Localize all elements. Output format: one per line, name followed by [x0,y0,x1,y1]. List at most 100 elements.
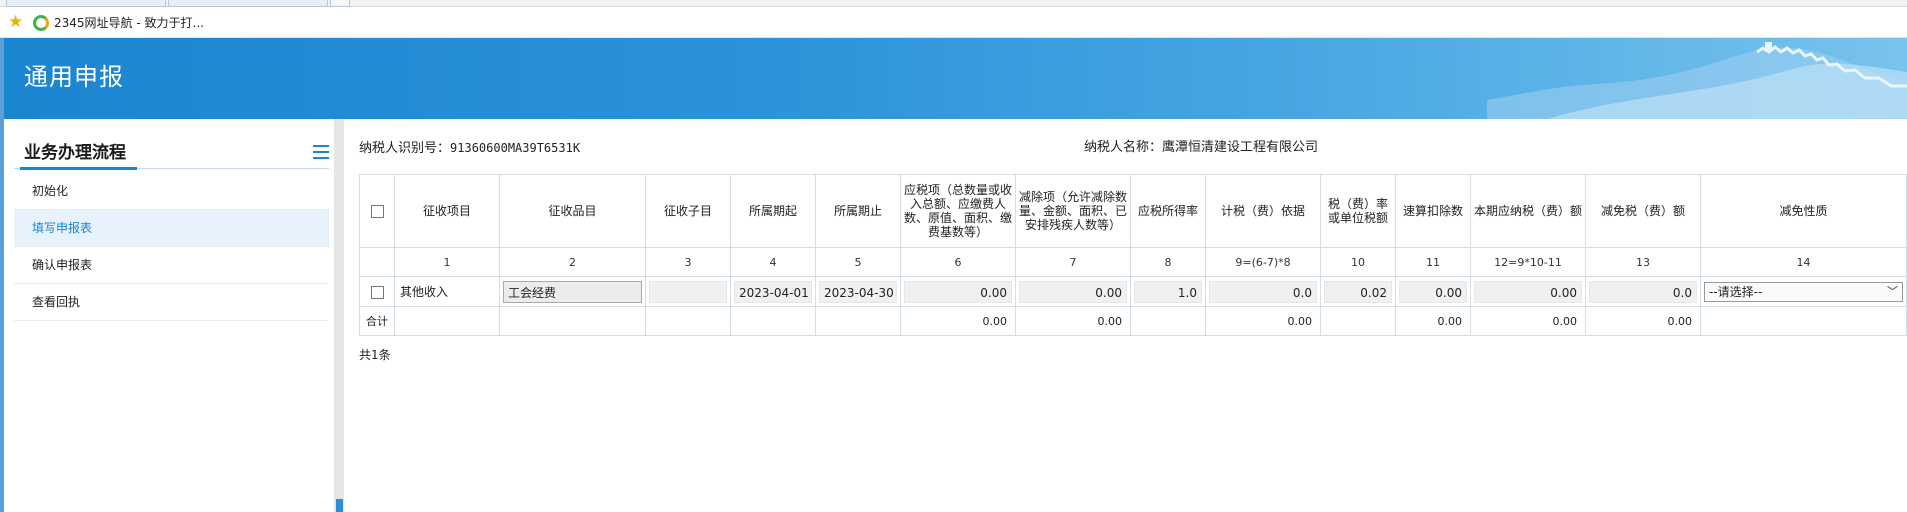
period-end-input[interactable]: 2023-04-30 [819,280,897,303]
index-cell: 7 [1015,247,1131,277]
index-cell: 8 [1130,247,1206,277]
index-cell: 14 [1700,247,1907,277]
browser-tab[interactable] [6,0,166,7]
banner-title: 通用申报 [24,63,124,91]
relief-type-select[interactable]: --请选择-- ﹀ [1704,281,1903,302]
quick-deduction-cell: 0.00 [1395,276,1471,307]
column-header: 本期应纳税（费）额 [1470,174,1586,248]
page-banner: 通用申报 [4,38,1907,119]
index-cell: 6 [900,247,1016,277]
column-header: 征收子目 [645,174,731,248]
column-header: 减免税（费）额 [1585,174,1701,248]
taxpayer-id: 纳税人识别号：91360600MA39T6531K [359,139,580,158]
main-content: 纳税人识别号：91360600MA39T6531K 纳税人名称：鹰潭恒清建设工程… [344,119,1907,512]
record-count: 共1条 [359,348,391,362]
period-end-cell: 2023-04-30 [815,276,901,307]
total-empty-cell [815,306,901,336]
index-cell: 10 [1320,247,1396,277]
payable-input[interactable]: 0.00 [1474,280,1582,303]
index-cell: 1 [394,247,500,277]
column-header: 征收品目 [499,174,646,248]
total-basis: 0.00 [1205,306,1321,336]
new-tab-button[interactable] [330,0,350,7]
select-all-cell [359,174,395,248]
total-empty-cell [394,306,500,336]
category-cell: 工会经费 [499,276,646,307]
deduction-input[interactable]: 0.00 [1019,280,1127,303]
taxpayer-id-value: 91360600MA39T6531K [450,141,581,155]
select-all-checkbox[interactable] [370,205,384,218]
total-empty-cell [730,306,816,336]
basis-cell: 0.0 [1205,276,1321,307]
favorite-link[interactable]: 2345网址导航 - 致力于打... [54,15,204,31]
column-header: 所属期止 [815,174,901,248]
total-quick-deduction: 0.00 [1395,306,1471,336]
browser-tab-bar [0,0,1907,7]
chevron-down-icon: ﹀ [1887,284,1898,298]
sidebar-header: 业务办理流程 [14,137,329,170]
rate-input[interactable]: 0.02 [1324,280,1392,303]
column-header: 应税所得率 [1130,174,1206,248]
subitem-input[interactable] [649,280,727,303]
column-header: 应税项（总数量或收入总额、应缴费人数、原值、面积、缴费基数等） [900,174,1016,248]
index-cell: 5 [815,247,901,277]
basis-input[interactable]: 0.0 [1209,280,1317,303]
period-start-input[interactable]: 2023-04-01 [734,280,812,303]
list-toggle-icon[interactable] [313,145,329,159]
total-taxable: 0.00 [900,306,1016,336]
taxpayer-id-label: 纳税人识别号： [359,141,451,156]
index-cell: 12=9*10-11 [1470,247,1586,277]
sidebar-title-underline [20,167,137,170]
payable-cell: 0.00 [1470,276,1586,307]
relief-type-cell: --请选择-- ﹀ [1700,276,1907,307]
quick-deduction-input[interactable]: 0.00 [1399,280,1467,303]
sidebar-item-confirm-form[interactable]: 确认申报表 [14,247,329,284]
index-cell: 9=(6-7)*8 [1205,247,1321,277]
favorites-bar: ★ 2345网址导航 - 致力于打... [0,7,1907,38]
relief-type-value: --请选择-- [1709,284,1763,299]
scrollbar-thumb[interactable] [336,499,343,512]
sidebar-scrollbar[interactable] [334,119,344,512]
index-cell [359,247,395,277]
sidebar-title: 业务办理流程 [24,143,126,163]
column-header: 速算扣除数 [1395,174,1471,248]
total-empty-cell [1130,306,1206,336]
category-input[interactable]: 工会经费 [503,280,642,303]
relief-cell: 0.0 [1585,276,1701,307]
index-cell: 4 [730,247,816,277]
favorites-star-icon[interactable]: ★ [8,12,23,32]
taxable-input[interactable]: 0.00 [904,280,1012,303]
total-empty-cell [1320,306,1396,336]
total-empty-cell [645,306,731,336]
column-header: 减免性质 [1700,174,1907,248]
item-value: 其他收入 [400,284,449,299]
total-label: 合计 [359,306,395,336]
index-cell: 13 [1585,247,1701,277]
row-checkbox[interactable] [370,285,384,299]
taxable-cell: 0.00 [900,276,1016,307]
sidebar-item-initialize[interactable]: 初始化 [14,173,329,210]
relief-input[interactable]: 0.0 [1589,280,1697,303]
sidebar-item-view-receipt[interactable]: 查看回执 [14,284,329,321]
browser-tab[interactable] [168,0,328,7]
total-row: 合计 0.00 0.00 0.00 0.00 0.00 0.00 [359,306,1907,336]
row-select-cell [359,276,395,307]
table-row: 其他收入 工会经费 2023-04-01 2023-04-30 0.00 0.0… [359,276,1907,307]
item-cell: 其他收入 [394,276,500,307]
column-header: 税（费）率或单位税额 [1320,174,1396,248]
index-cell: 3 [645,247,731,277]
table-header-row: 征收项目 征收品目 征收子目 所属期起 所属期止 应税项（总数量或收入总额、应缴… [359,174,1907,248]
column-index-row: 1 2 3 4 5 6 7 8 9=(6-7)*8 10 11 12=9*10-… [359,247,1907,277]
income-rate-input[interactable]: 1.0 [1134,280,1202,303]
subitem-cell [645,276,731,307]
column-header: 征收项目 [394,174,500,248]
column-header: 所属期起 [730,174,816,248]
income-rate-cell: 1.0 [1130,276,1206,307]
site-2345-icon [33,15,49,31]
period-start-cell: 2023-04-01 [730,276,816,307]
sidebar-item-fill-form[interactable]: 填写申报表 [14,210,329,247]
great-wall-illustration [1487,42,1907,119]
index-cell: 11 [1395,247,1471,277]
total-payable: 0.00 [1470,306,1586,336]
column-header: 减除项（允许减除数量、金额、面积、已安排残疾人数等） [1015,174,1131,248]
